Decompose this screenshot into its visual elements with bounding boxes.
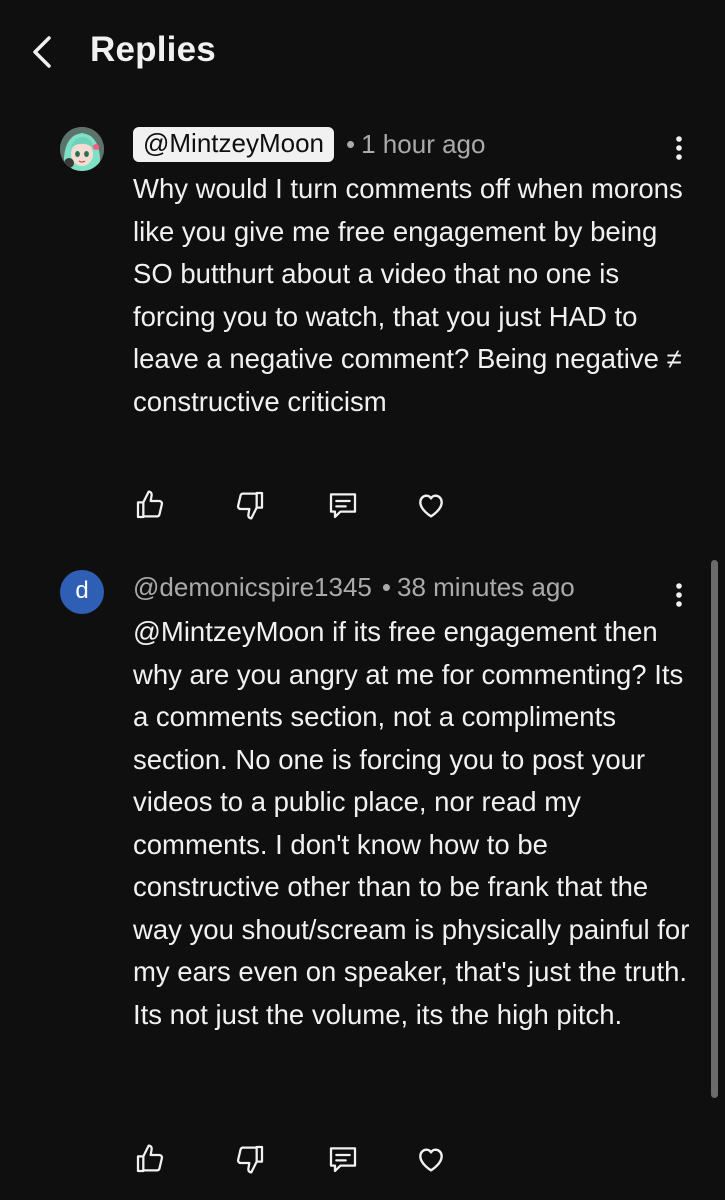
- meta-separator: •: [346, 128, 356, 159]
- comment-meta: @MintzeyMoon • 1 hour ago: [133, 126, 486, 162]
- avatar[interactable]: [60, 127, 104, 171]
- heart-icon: [419, 494, 443, 518]
- reply-button[interactable]: [323, 485, 363, 525]
- author-handle[interactable]: @demonicspire1345: [133, 572, 372, 603]
- scrollbar[interactable]: [711, 560, 718, 1098]
- timestamp: 38 minutes ago: [396, 571, 575, 602]
- timestamp: 1 hour ago: [361, 128, 486, 159]
- more-options-button[interactable]: [664, 574, 694, 614]
- heart-button[interactable]: [411, 485, 451, 525]
- reply-button[interactable]: [323, 1139, 363, 1179]
- comment-actions: [130, 1139, 470, 1179]
- page-title: Replies: [90, 30, 216, 69]
- thumbs-up-icon: [136, 490, 164, 519]
- like-button[interactable]: [130, 1139, 170, 1179]
- more-vertical-icon: [676, 136, 682, 160]
- thumbs-down-icon: [236, 1145, 264, 1174]
- header: Replies: [0, 0, 725, 105]
- back-button[interactable]: [22, 30, 66, 74]
- comment-text: @MintzeyMoon if its free engagement then…: [133, 616, 690, 1030]
- chevron-left-icon: [33, 36, 51, 68]
- avatar-image: [60, 127, 104, 171]
- dislike-button[interactable]: [230, 1139, 270, 1179]
- comment-actions: [130, 485, 470, 525]
- thumbs-down-icon: [236, 491, 264, 520]
- reply-icon: [329, 1147, 357, 1173]
- like-button[interactable]: [130, 485, 170, 525]
- avatar-initial: d: [75, 576, 89, 604]
- heart-icon: [419, 1148, 443, 1172]
- comment-text: Why would I turn comments off when moron…: [133, 173, 683, 417]
- heart-button[interactable]: [411, 1139, 451, 1179]
- avatar[interactable]: d: [60, 570, 104, 614]
- comment-item: @MintzeyMoon • 1 hour ago Why would I tu…: [0, 126, 725, 527]
- meta-separator: •: [381, 571, 391, 602]
- thumbs-up-icon: [136, 1144, 164, 1173]
- more-vertical-icon: [676, 583, 682, 607]
- comment-item: d @demonicspire1345 • 38 minutes ago @Mi…: [0, 570, 725, 1180]
- author-handle[interactable]: @MintzeyMoon: [133, 126, 335, 162]
- more-options-button[interactable]: [664, 127, 694, 167]
- dislike-button[interactable]: [230, 485, 270, 525]
- comment-meta: @demonicspire1345 • 38 minutes ago: [133, 570, 575, 604]
- reply-icon: [329, 493, 357, 519]
